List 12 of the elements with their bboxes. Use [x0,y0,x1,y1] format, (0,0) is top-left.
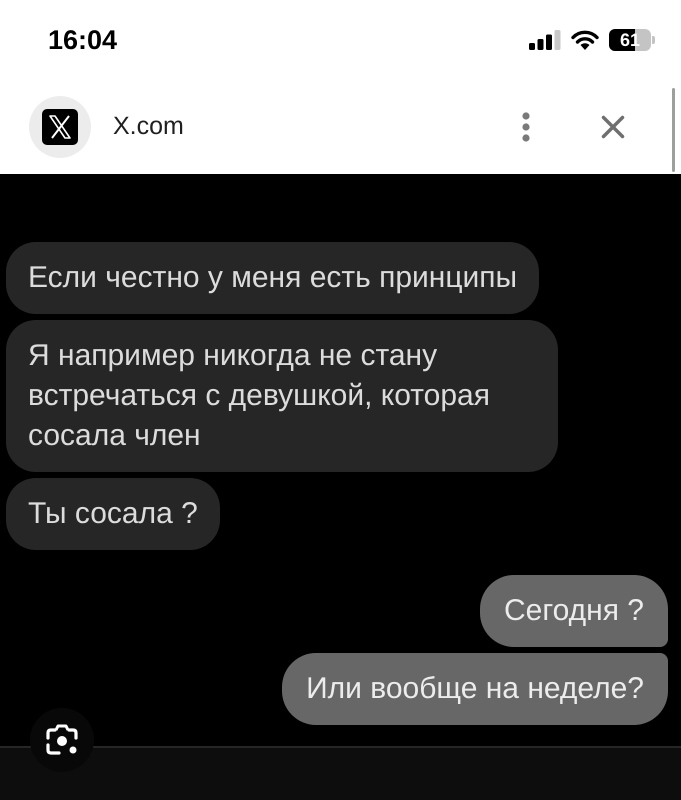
message-bubble: Если честно у меня есть принципы [6,242,540,314]
site-name: X.com [113,111,184,142]
message-bubble: Или вообще на неделе? [282,653,668,725]
signal-icon [529,30,561,50]
scrollbar-thumb[interactable] [672,88,675,172]
more-options-icon [522,112,530,142]
message-bubble: Я например никогда не стану встречаться с девушкой, которая сосала член [6,320,558,472]
message-bubble: Сегодня ? [480,575,668,647]
camera-scan-icon [45,724,79,756]
wifi-icon [571,30,599,50]
message-bubble: Ты сосала ? [6,478,220,550]
status-time: 16:04 [48,26,118,54]
